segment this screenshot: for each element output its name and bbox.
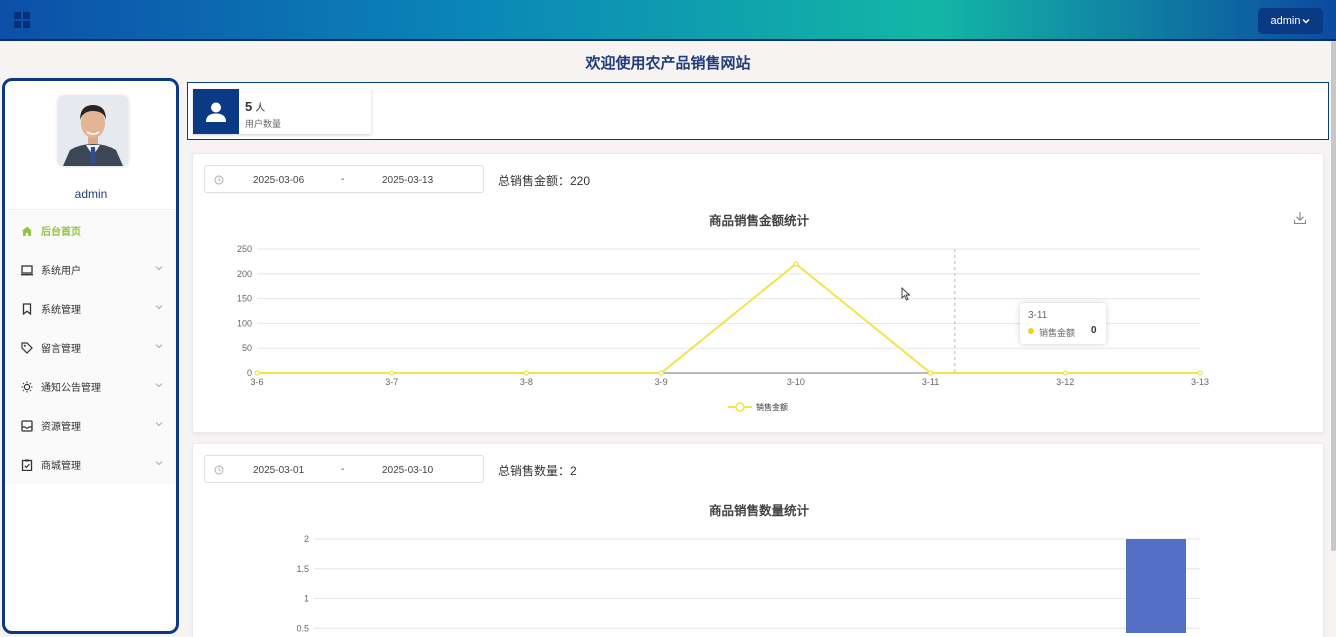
page-title: 欢迎使用农产品销售网站	[585, 55, 751, 72]
y-tick-label: 2	[304, 534, 309, 544]
tooltip-series-dot	[1028, 328, 1034, 334]
y-tick-label: 50	[242, 343, 252, 353]
grid-icon[interactable]	[14, 12, 30, 28]
user-count-label: 用户数量	[245, 119, 282, 129]
clock-icon	[214, 465, 224, 475]
tooltip-series-name: 销售金额	[1039, 328, 1076, 338]
chevron-down-icon	[155, 266, 163, 271]
user-count-card: 5人 用户数量	[193, 89, 371, 134]
sidebar-item-notices[interactable]: 通知公告管理	[5, 367, 176, 406]
monitor-icon	[21, 264, 33, 275]
x-tick-label: 3-11	[922, 377, 939, 387]
sidebar-username: admin	[74, 187, 108, 201]
y-tick-label: 200	[237, 269, 252, 279]
start-date-input[interactable]: 2025-03-06	[253, 175, 304, 186]
x-tick-label: 3-8	[520, 377, 533, 387]
user-count-value: 5人	[245, 99, 266, 114]
sidebar-item-label: 通知公告管理	[41, 383, 101, 394]
tooltip-title: 3-11	[1028, 310, 1048, 321]
user-menu-button[interactable]: admin	[1258, 8, 1323, 34]
chevron-down-icon	[155, 305, 163, 310]
x-tick-label: 3-7	[385, 377, 398, 387]
sidebar-item-mall[interactable]: 商城管理	[5, 445, 176, 484]
y-tick-label: 150	[237, 294, 252, 304]
chart-title: 商品销售金额统计	[708, 214, 809, 228]
chevron-down-icon	[155, 422, 163, 427]
date-separator: -	[341, 174, 345, 185]
sidebar-item-label: 资源管理	[41, 422, 81, 433]
y-tick-label: 0.5	[296, 623, 309, 633]
home-icon	[22, 226, 32, 236]
date-range-picker[interactable]: 2025-03-01 - 2025-03-10	[204, 455, 484, 483]
sidebar-item-label: 系统用户	[41, 266, 81, 277]
sales-count-chart: 0.5 1 1.5 2	[296, 534, 1200, 633]
chevron-down-icon	[155, 461, 163, 466]
x-tick-label: 3-12	[1056, 377, 1074, 387]
bookmark-icon	[22, 302, 32, 315]
chevron-down-icon	[1302, 18, 1311, 24]
clipboard-icon	[21, 459, 33, 471]
avatar	[58, 96, 128, 166]
data-point	[1062, 370, 1068, 376]
sidebar-item-system-users[interactable]: 系统用户	[5, 250, 176, 289]
sales-amount-chart: 0 50 100 150 200 250 3-6 3-7 3-8 3-9 3-10 3-11 3-12 3…	[237, 244, 1209, 412]
chart-title: 商品销售数量统计	[708, 504, 809, 518]
total-sales-count: 总销售数量：2	[498, 464, 577, 478]
y-tick-label: 250	[237, 244, 252, 254]
total-sales-amount: 总销售金额：220	[498, 174, 591, 188]
data-point	[389, 370, 395, 376]
bar	[1126, 539, 1186, 633]
sidebar-item-home[interactable]: 后台首页	[5, 211, 176, 250]
x-tick-label: 3-6	[250, 377, 263, 387]
sidebar: admin 后台首页 系统用户 系统管理 留言管理 通知公告管理 资源管理 商城…	[2, 78, 179, 634]
legend-marker	[735, 402, 745, 412]
chevron-down-icon	[155, 383, 163, 388]
sidebar-item-label: 系统管理	[41, 305, 81, 316]
sidebar-item-label: 留言管理	[41, 344, 81, 355]
end-date-input[interactable]: 2025-03-10	[382, 465, 433, 476]
top-bar: admin	[0, 0, 1336, 41]
y-tick-label: 1.5	[296, 564, 309, 574]
data-point	[523, 370, 530, 376]
data-point	[658, 370, 664, 376]
date-separator: -	[341, 464, 345, 475]
user-icon	[193, 89, 239, 134]
y-tick-label: 1	[304, 594, 309, 604]
date-range-picker[interactable]: 2025-03-06 - 2025-03-13	[204, 165, 484, 193]
end-date-input[interactable]: 2025-03-13	[382, 175, 433, 186]
inbox-icon	[21, 419, 33, 432]
sidebar-item-label: 商城管理	[41, 461, 81, 472]
stats-bar: 5人 用户数量	[187, 82, 1329, 140]
sidebar-item-label: 后台首页	[41, 227, 81, 238]
data-point	[254, 370, 260, 376]
sidebar-item-resources[interactable]: 资源管理	[5, 406, 176, 445]
x-tick-label: 3-13	[1191, 377, 1209, 387]
start-date-input[interactable]: 2025-03-01	[253, 465, 304, 476]
user-menu-label: admin	[1270, 15, 1301, 27]
scrollbar[interactable]	[1331, 41, 1336, 551]
chevron-down-icon	[155, 344, 163, 349]
data-point	[1197, 370, 1203, 376]
legend-label: 销售金额	[756, 402, 788, 412]
sidebar-item-system-management[interactable]: 系统管理	[5, 289, 176, 328]
divider	[5, 209, 176, 210]
tag-icon	[21, 341, 33, 354]
x-tick-label: 3-10	[787, 377, 805, 387]
sidebar-menu: 后台首页 系统用户 系统管理 留言管理 通知公告管理 资源管理 商城管理	[5, 211, 176, 484]
sidebar-item-messages[interactable]: 留言管理	[5, 328, 176, 367]
download-icon[interactable]	[1293, 211, 1307, 225]
y-tick-label: 100	[237, 318, 252, 328]
chart-tooltip: 3-11 销售金额 0	[1020, 303, 1106, 344]
data-point	[927, 370, 934, 376]
tooltip-value: 0	[1091, 325, 1097, 336]
clock-icon	[214, 175, 224, 185]
mouse-cursor-icon	[901, 287, 911, 301]
x-tick-label: 3-9	[655, 377, 668, 387]
sun-icon	[21, 381, 33, 392]
data-point	[793, 261, 799, 267]
